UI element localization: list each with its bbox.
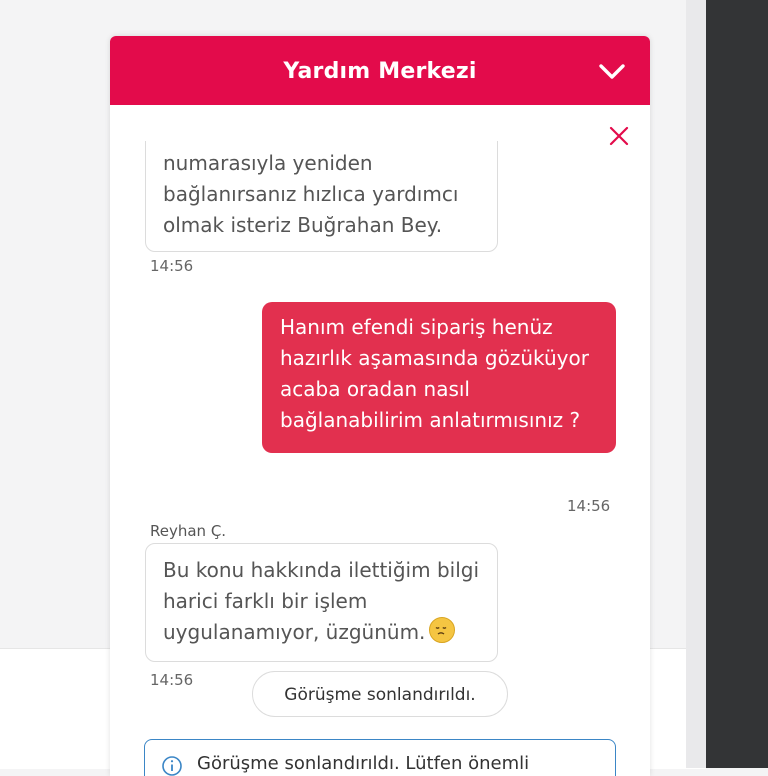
collapse-button[interactable] bbox=[598, 58, 626, 86]
chat-title: Yardım Merkezi bbox=[283, 59, 477, 84]
notice-box: Görüşme sonlandırıldı. Lütfen önemli bbox=[144, 739, 616, 776]
info-icon bbox=[162, 756, 182, 776]
disappointed-face-icon bbox=[429, 617, 456, 643]
chevron-down-icon bbox=[599, 64, 625, 79]
page-scrollbar[interactable] bbox=[686, 0, 706, 768]
message-time: 14:56 bbox=[150, 671, 194, 689]
message-text: Hanım efendi sipariş henüz hazırlık aşam… bbox=[280, 315, 589, 432]
chat-ended-badge: Görüşme sonlandırıldı. bbox=[252, 671, 508, 717]
chat-widget: Yardım Merkezi numarasıyla yeniden bağla… bbox=[110, 36, 650, 776]
notice-text: Görüşme sonlandırıldı. Lütfen önemli bbox=[197, 753, 530, 774]
message-time: 14:56 bbox=[567, 497, 611, 515]
user-message: Hanım efendi sipariş henüz hazırlık aşam… bbox=[262, 302, 616, 453]
agent-message: numarasıyla yeniden bağlanırsanız hızlıc… bbox=[145, 141, 498, 252]
chat-header: Yardım Merkezi bbox=[110, 36, 650, 105]
message-time: 14:56 bbox=[150, 257, 194, 275]
sender-name: Reyhan Ç. bbox=[150, 522, 227, 540]
side-panel bbox=[706, 0, 768, 768]
message-text: numarasıyla yeniden bağlanırsanız hızlıc… bbox=[163, 151, 459, 237]
agent-message: Bu konu hakkında ilettiğim bilgi harici … bbox=[145, 543, 498, 662]
